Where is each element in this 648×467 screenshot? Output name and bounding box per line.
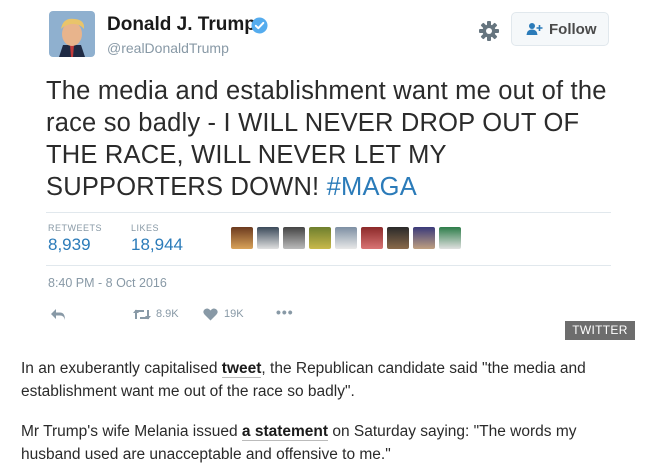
follow-label: Follow: [549, 21, 597, 38]
article-paragraph: In an exuberantly capitalised tweet, the…: [21, 357, 621, 403]
tweet-link[interactable]: tweet: [221, 360, 262, 378]
retweets-count[interactable]: 8,939: [48, 235, 91, 255]
tweet-actions: 8.9K 19K •••: [48, 304, 348, 326]
image-credit: TWITTER: [565, 321, 635, 340]
paragraph-text: Mr Trump's wife Melania issued: [21, 423, 242, 440]
tweet-stats: RETWEETS 8,939 LIKES 18,944: [46, 212, 611, 266]
tweet-embed: Donald J. Trump @realDonaldTrump Follow …: [38, 0, 621, 345]
liker-avatar[interactable]: [283, 227, 305, 249]
paragraph-text: In an exuberantly capitalised: [21, 360, 222, 377]
liker-avatar[interactable]: [309, 227, 331, 249]
retweet-icon[interactable]: [133, 308, 151, 321]
add-user-icon: [526, 23, 543, 35]
like-count[interactable]: 19K: [224, 308, 244, 320]
likes-count[interactable]: 18,944: [131, 235, 183, 255]
liker-avatar[interactable]: [361, 227, 383, 249]
follow-button[interactable]: Follow: [511, 12, 609, 46]
liker-avatar[interactable]: [413, 227, 435, 249]
verified-badge-icon: [251, 17, 268, 34]
more-options-icon[interactable]: •••: [276, 304, 294, 320]
liker-avatar[interactable]: [231, 227, 253, 249]
retweets-label: RETWEETS: [48, 223, 103, 233]
hashtag-link[interactable]: #MAGA: [327, 173, 417, 201]
heart-icon[interactable]: [203, 308, 218, 321]
avatar-image: [49, 11, 95, 57]
reply-icon[interactable]: [50, 308, 66, 321]
tweet-text: The media and establishment want me out …: [46, 75, 618, 203]
tweet-timestamp[interactable]: 8:40 PM - 8 Oct 2016: [48, 276, 167, 290]
liker-avatar[interactable]: [257, 227, 279, 249]
liker-avatar[interactable]: [439, 227, 461, 249]
liker-avatar[interactable]: [335, 227, 357, 249]
article-paragraph: Mr Trump's wife Melania issued a stateme…: [21, 420, 621, 466]
avatar[interactable]: [49, 11, 95, 57]
retweet-count[interactable]: 8.9K: [156, 308, 179, 320]
author-handle[interactable]: @realDonaldTrump: [107, 40, 229, 56]
likes-label: LIKES: [131, 223, 160, 233]
gear-icon[interactable]: [478, 20, 500, 42]
author-name[interactable]: Donald J. Trump: [107, 14, 256, 36]
liker-avatar[interactable]: [387, 227, 409, 249]
statement-link[interactable]: a statement: [241, 423, 329, 441]
